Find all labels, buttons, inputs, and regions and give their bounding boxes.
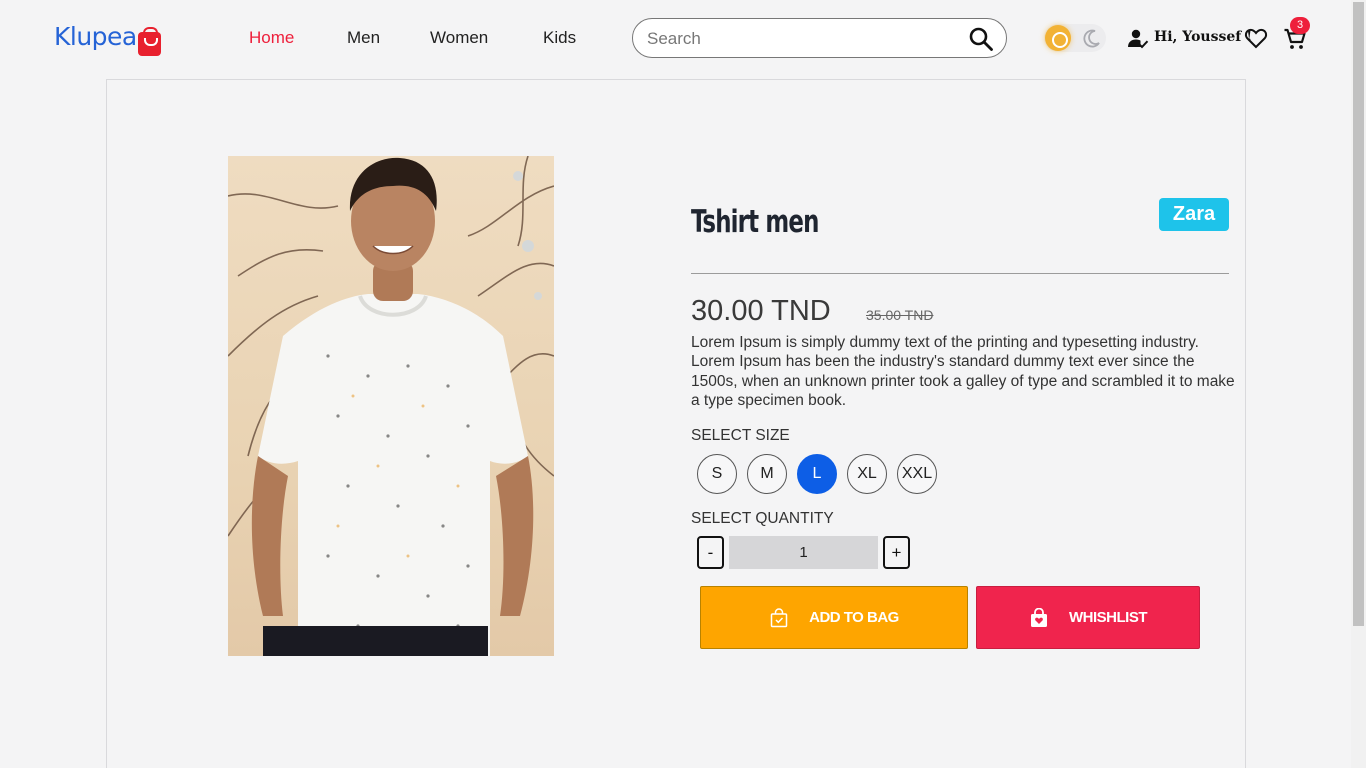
wishlist-label: WHISHLIST (1069, 609, 1148, 626)
product-image (228, 156, 554, 656)
size-option-s[interactable]: S (697, 454, 737, 494)
nav-home[interactable]: Home (249, 27, 294, 49)
shopping-bag-check-icon (770, 607, 788, 627)
search-bar (632, 18, 1007, 58)
add-to-bag-button[interactable]: ADD TO BAG (700, 586, 968, 649)
size-option-xxl[interactable]: XXL (897, 454, 937, 494)
size-option-xl[interactable]: XL (847, 454, 887, 494)
quantity-increment-button[interactable]: + (883, 536, 910, 569)
add-to-bag-label: ADD TO BAG (809, 609, 899, 626)
product-price: 30.00 TND (691, 295, 831, 327)
product-title: Tshirt men (691, 204, 819, 240)
shopping-bag-logo-icon (137, 27, 161, 56)
size-option-m[interactable]: M (747, 454, 787, 494)
logo-text: Klupea (54, 22, 137, 51)
sun-icon (1045, 25, 1071, 51)
theme-toggle[interactable] (1044, 24, 1106, 52)
top-navbar: Klupea Home Men Women Kids Hi, Youssef !… (0, 0, 1351, 76)
wishlist-button[interactable]: WHISHLIST (976, 586, 1200, 649)
heart-icon[interactable] (1244, 27, 1268, 49)
search-input[interactable] (647, 28, 947, 50)
product-description: Lorem Ipsum is simply dummy text of the … (691, 334, 1235, 410)
quantity-decrement-button[interactable]: - (697, 536, 724, 569)
old-price: 35.00 TND (866, 307, 934, 323)
divider (691, 273, 1229, 274)
select-size-label: SELECT SIZE (691, 427, 790, 444)
nav-women[interactable]: Women (430, 27, 488, 49)
user-greeting[interactable]: Hi, Youssef ! (1154, 28, 1252, 46)
heart-bag-icon (1031, 607, 1047, 627)
quantity-input[interactable]: 1 (729, 536, 878, 569)
nav-kids[interactable]: Kids (543, 27, 576, 49)
nav-men[interactable]: Men (347, 27, 380, 49)
size-option-l[interactable]: L (797, 454, 837, 494)
search-icon[interactable] (968, 26, 994, 52)
scrollbar-thumb[interactable] (1353, 2, 1364, 626)
moon-icon (1083, 29, 1100, 48)
brand-badge: Zara (1159, 198, 1229, 231)
logo[interactable]: Klupea (54, 22, 161, 58)
product-photo-illustration (228, 156, 554, 656)
user-check-icon[interactable] (1127, 28, 1149, 50)
cart-count-badge: 3 (1290, 17, 1310, 34)
select-quantity-label: SELECT QUANTITY (691, 510, 834, 527)
